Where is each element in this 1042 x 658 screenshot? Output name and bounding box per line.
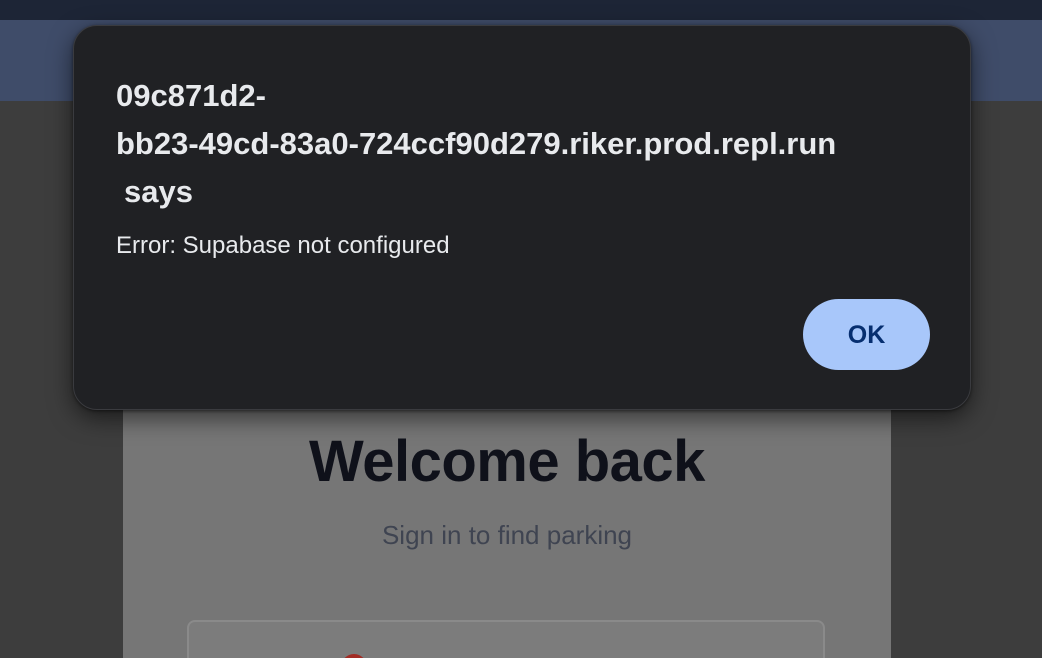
dialog-origin-line-2: bb23-49cd-83a0-724ccf90d279.riker.prod.r…: [116, 126, 837, 161]
provider-logo-icon: [341, 654, 367, 658]
browser-window: Welcome back Sign in to find parking 09c…: [0, 0, 1042, 658]
dialog-says-label: says: [124, 174, 193, 209]
dialog-origin-line-1: 09c871d2-: [116, 78, 266, 113]
login-card: Welcome back Sign in to find parking: [123, 370, 891, 658]
page-subtitle: Sign in to find parking: [381, 520, 633, 550]
page-title: Welcome back: [309, 429, 705, 494]
sign-in-provider-button[interactable]: [187, 620, 825, 658]
alert-dialog: 09c871d2- bb23-49cd-83a0-724ccf90d279.ri…: [73, 25, 971, 410]
browser-title-bar: [0, 0, 1042, 20]
ok-button[interactable]: OK: [803, 299, 930, 370]
dialog-message: Error: Supabase not configured: [116, 232, 450, 259]
